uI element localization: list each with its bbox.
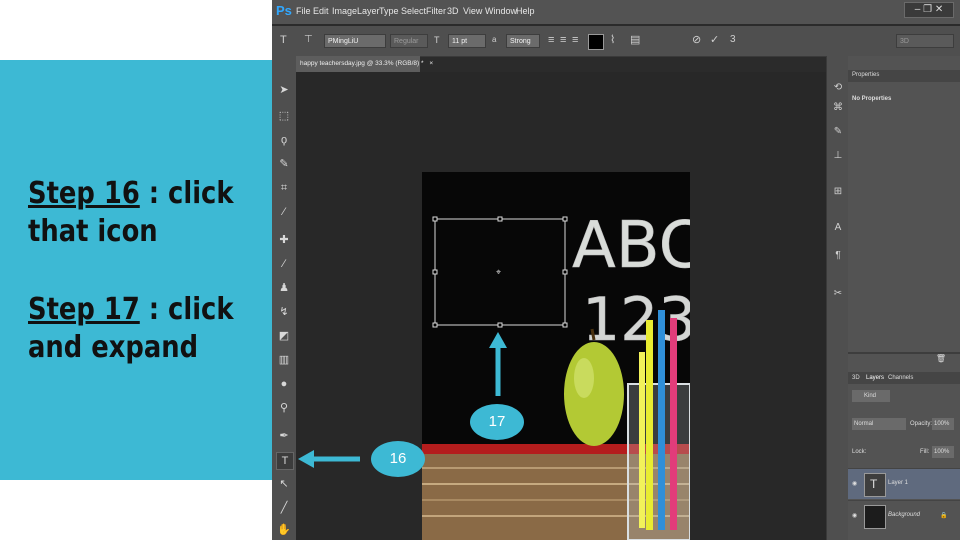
visibility-eye-icon[interactable]: ◉ [852,480,857,487]
tab-channels[interactable]: Channels [888,375,913,381]
text-layer-thumb-glyph: T [870,477,878,491]
step-17-line1: : click [139,292,234,327]
brush-presets-icon[interactable]: ✎ [832,126,844,138]
opacity-field[interactable]: 100% [932,418,954,430]
lock-icon: 🔒 [940,513,948,519]
right-panels: Properties No Properties 🗑 3D Layers Cha… [848,56,960,540]
no-properties-text: No Properties [852,96,892,102]
history-icon[interactable]: ⟲ [832,82,844,94]
callout-16: 16 [371,441,425,477]
background-layer-thumbnail [864,505,886,529]
tool-options-icon[interactable]: ✂ [832,288,844,300]
layer-row-layer-1[interactable]: ◉ T Layer 1 [848,468,960,499]
kind-filter-label: Kind [864,393,877,399]
tab-layers[interactable]: Layers [866,375,884,381]
fill-label: Fill: [920,449,930,455]
paragraph-panel-icon[interactable]: ¶ [832,250,844,262]
photoshop-window: Ps File Edit Image Layer Type Select Fil… [272,0,960,540]
clone-source-icon[interactable]: ⊥ [832,150,844,162]
tab-3d[interactable]: 3D [852,375,860,381]
opacity-value: 100% [934,421,950,427]
step-16-text: Step 16 : click that icon [28,175,233,251]
blend-mode-select[interactable]: Normal [852,418,906,430]
opacity-label: Opacity: [910,421,933,427]
visibility-eye-icon[interactable]: ◉ [852,512,857,519]
tool-presets-icon[interactable]: ⊞ [832,186,844,198]
step-17-line2: and expand [28,330,199,365]
brush-panel-icon[interactable]: ⌘ [832,102,844,114]
fill-field[interactable]: 100% [932,446,954,458]
layer-row-background[interactable]: ◉ Background 🔒 [848,500,960,531]
lock-label: Lock: [852,449,867,455]
step-16-label: Step 16 [28,176,140,211]
character-panel-icon[interactable]: A [832,222,844,234]
slide-panel: Step 16 : click that icon Step 17 : clic… [0,60,272,480]
blend-mode-label: Normal [854,421,874,427]
layer-name: Layer 1 [888,480,909,486]
callout-17: 17 [470,404,524,440]
properties-tab[interactable]: Properties [852,72,879,78]
step-17-label: Step 17 [28,292,140,327]
kind-filter[interactable]: Kind [852,390,890,402]
step-17-text: Step 17 : click and expand [28,291,233,367]
step-16-line1: : click [139,176,234,211]
layer-name: Background [888,512,921,518]
step-16-line2: that icon [28,214,158,249]
fill-value: 100% [934,449,950,455]
text-layer-thumbnail: T [864,473,886,497]
panel-dock: ⟲ ⌘ ✎ ⊥ ⊞ A ¶ ✂ [826,56,849,540]
trash-icon[interactable]: 🗑 [936,354,946,363]
